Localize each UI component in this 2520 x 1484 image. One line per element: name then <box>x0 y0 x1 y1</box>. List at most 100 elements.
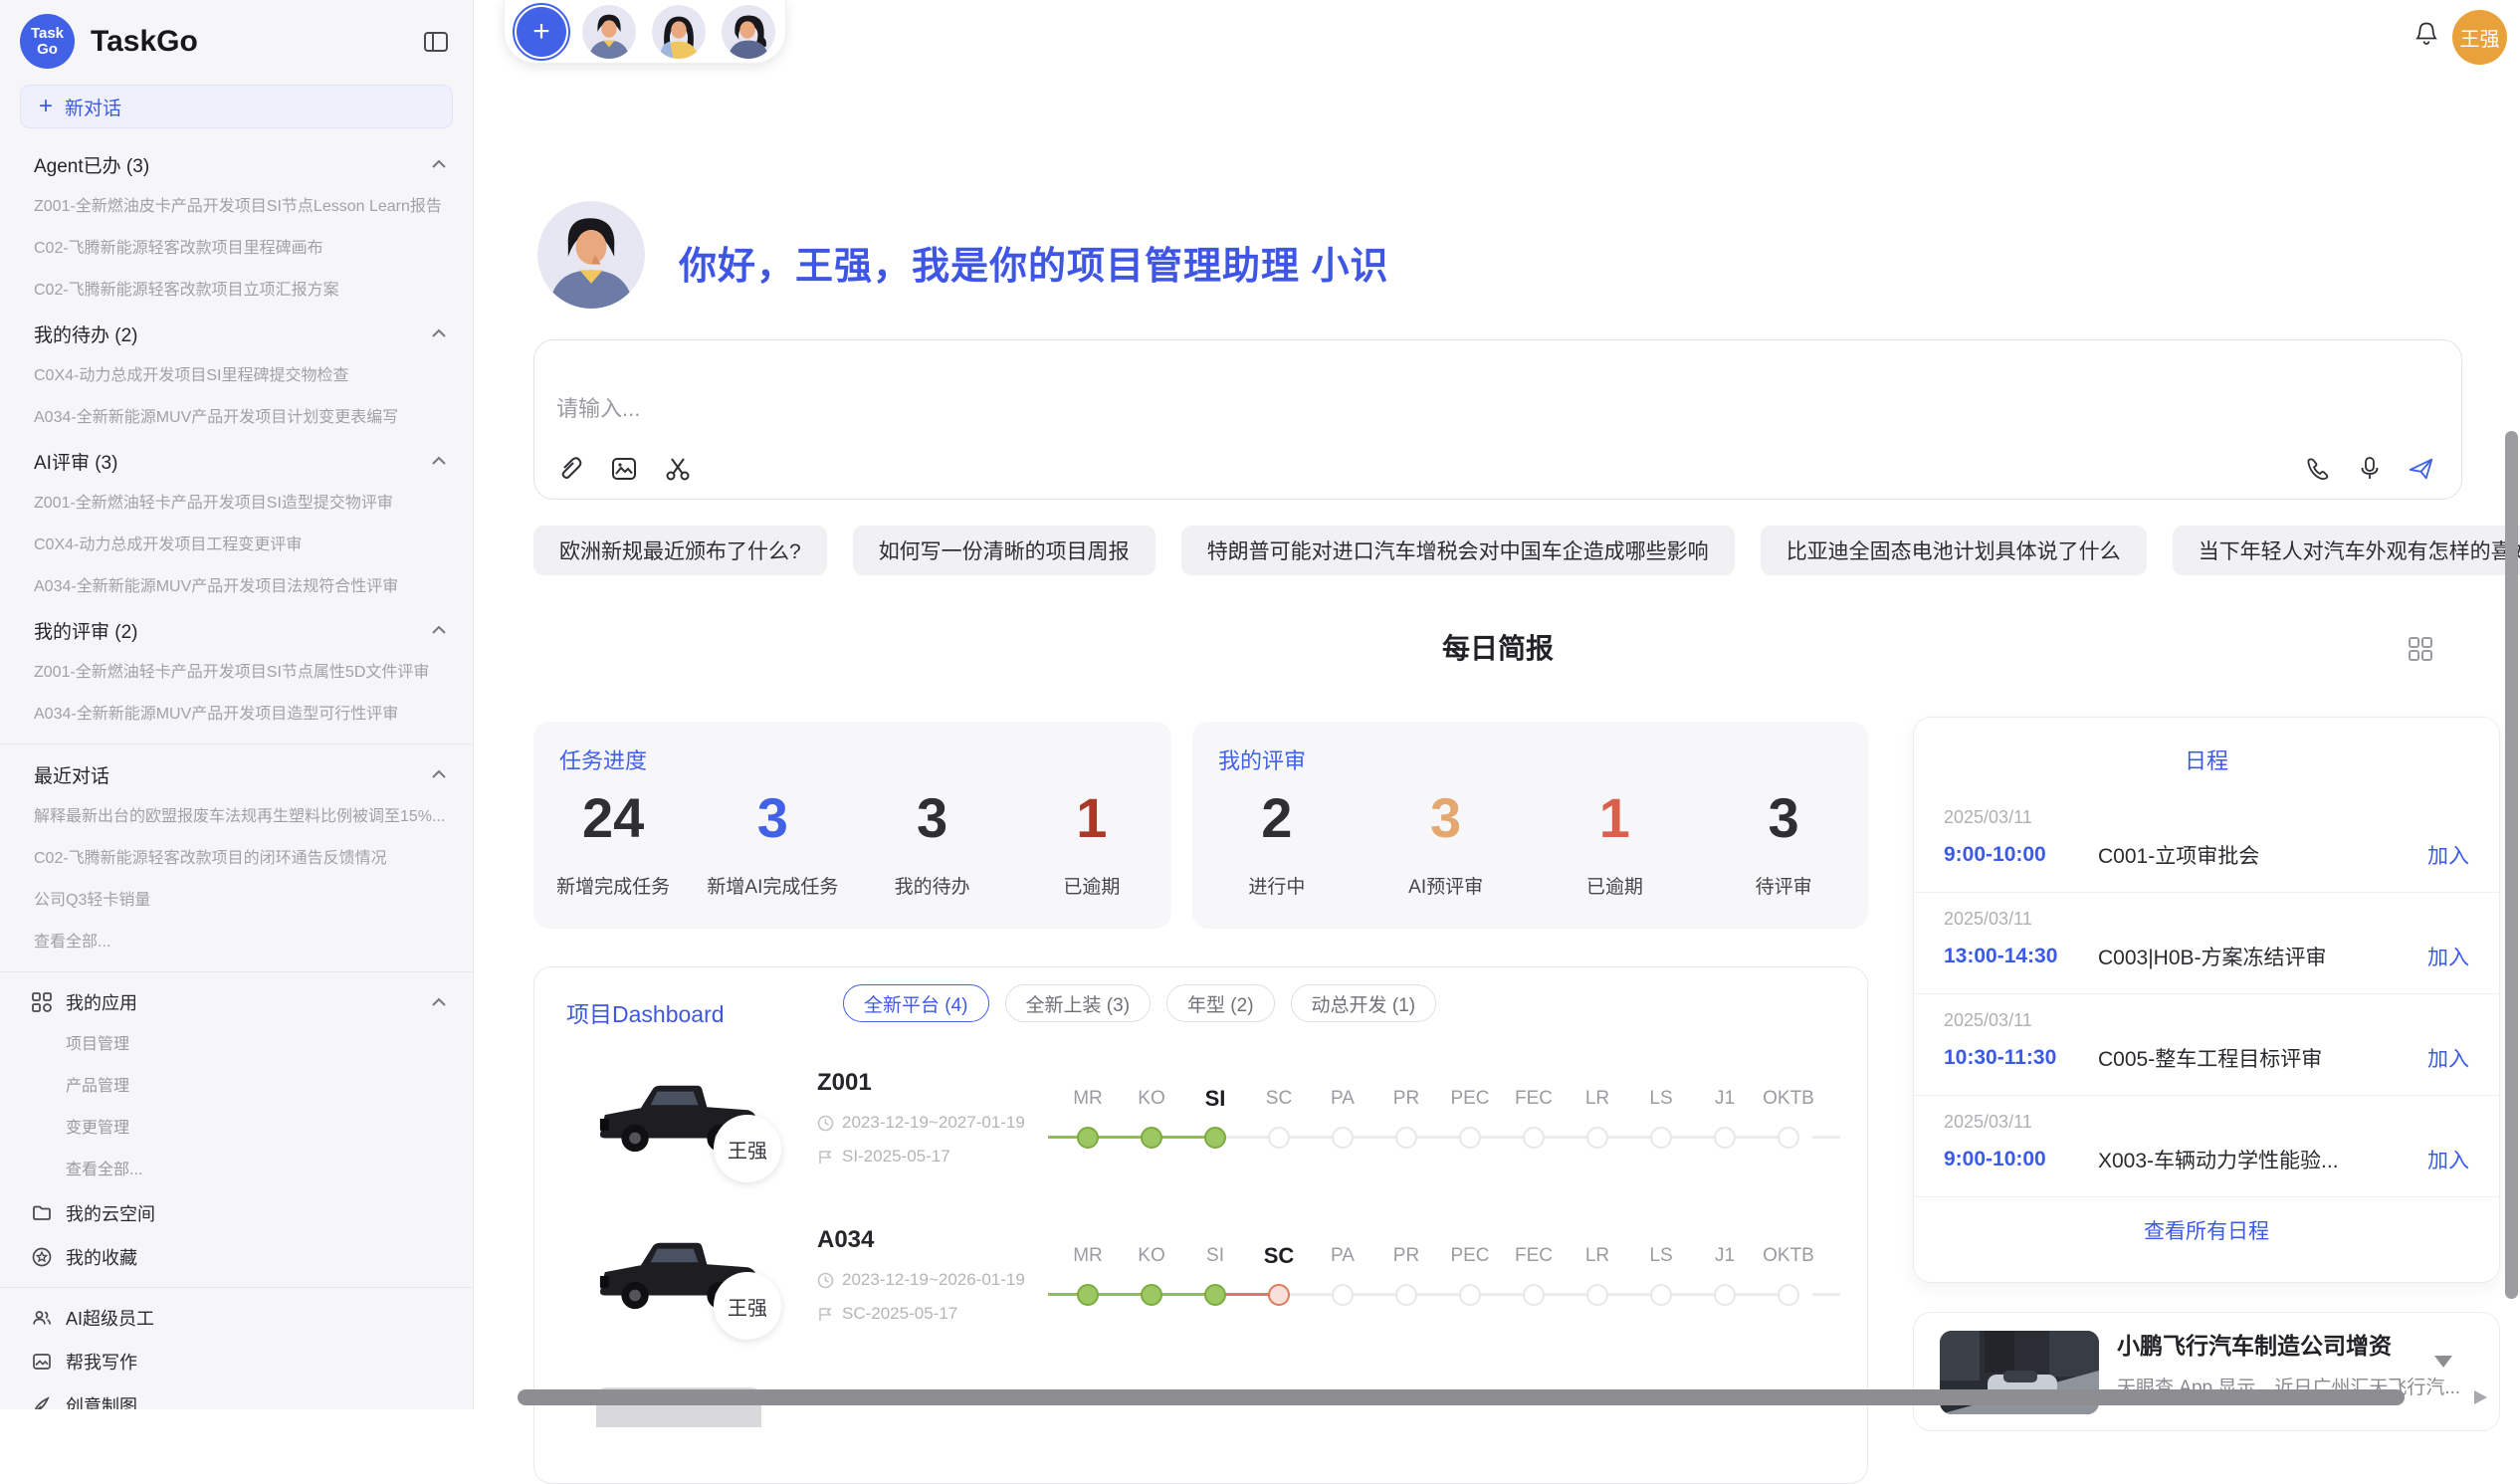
schedule-item: 2025/03/11 10:30-11:30 C005-整车工程目标评审 加入 <box>1914 994 2499 1096</box>
new-chat-button[interactable]: + 新对话 <box>20 85 453 128</box>
sidebar-item-ai-staff[interactable]: AI超级员工 <box>0 1296 473 1340</box>
agent-avatar-bar: + <box>504 0 786 64</box>
sidebar-item[interactable]: 公司Q3轻卡销量 <box>0 880 473 922</box>
agent-avatar-1[interactable] <box>582 5 636 59</box>
milestone-label: J1 <box>1693 1243 1757 1269</box>
paperclip-icon[interactable] <box>556 455 584 483</box>
stat-label: 待评审 <box>1699 872 1868 899</box>
suggestion-chip[interactable]: 欧洲新规最近颁布了什么? <box>533 526 827 575</box>
suggestion-chip[interactable]: 比亚迪全固态电池计划具体说了什么 <box>1761 526 2147 575</box>
user-avatar[interactable]: 王强 <box>2452 10 2507 65</box>
milestone-label: FEC <box>1502 1243 1566 1269</box>
milestone-dot <box>1523 1284 1545 1306</box>
milestone-label: MR <box>1056 1086 1120 1112</box>
layout-grid-icon[interactable] <box>2407 635 2434 663</box>
section-list: Z001-全新燃油轻卡产品开发项目SI造型提交物评审C0X4-动力总成开发项目工… <box>0 483 473 608</box>
dashboard-tab[interactable]: 动总开发 (1) <box>1291 984 1437 1022</box>
stat-value: 1 <box>1531 785 1700 850</box>
sidebar-item[interactable]: C02-飞腾新能源轻客改款项目的闭环通告反馈情况 <box>0 838 473 880</box>
sidebar-item[interactable]: C02-飞腾新能源轻客改款项目立项汇报方案 <box>0 270 473 312</box>
join-link[interactable]: 加入 <box>2427 1043 2469 1073</box>
app-sub-item[interactable]: 变更管理 <box>0 1108 473 1150</box>
agent-avatar-2[interactable] <box>652 5 706 59</box>
scroll-right-arrow[interactable] <box>2474 1390 2487 1404</box>
sidebar-item[interactable]: A034-全新新能源MUV产品开发项目造型可行性评审 <box>0 694 473 736</box>
sidebar-item-my-cloud[interactable]: 我的云空间 <box>0 1191 473 1235</box>
suggestion-chip[interactable]: 如何写一份清晰的项目周报 <box>853 526 1155 575</box>
horizontal-scrollbar-thumb[interactable] <box>518 1389 2405 1405</box>
sidebar-item-help-write[interactable]: 帮我写作 <box>0 1340 473 1383</box>
sidebar-item[interactable]: C0X4-动力总成开发项目SI里程碑提交物检查 <box>0 355 473 397</box>
join-link[interactable]: 加入 <box>2427 942 2469 971</box>
send-icon[interactable] <box>2408 455 2435 483</box>
assistant-avatar <box>537 201 645 309</box>
sidebar-item-creative-draw[interactable]: 创意制图 <box>0 1383 473 1409</box>
suggestion-chip[interactable]: 特朗普可能对进口汽车增税会对中国车企造成哪些影响 <box>1181 526 1735 575</box>
scissors-icon[interactable] <box>664 455 692 483</box>
sidebar-header: Task Go TaskGo <box>0 0 473 75</box>
app-sub-item[interactable]: 产品管理 <box>0 1066 473 1108</box>
milestone: PR <box>1374 1086 1438 1166</box>
milestone: LR <box>1566 1086 1629 1166</box>
milestone: PEC <box>1438 1086 1502 1166</box>
phone-icon[interactable] <box>2304 455 2332 483</box>
milestone-label: PA <box>1311 1086 1374 1112</box>
milestone-dot <box>1650 1127 1672 1149</box>
scroll-down-indicator[interactable] <box>2434 1356 2452 1368</box>
sidebar-item[interactable]: A034-全新新能源MUV产品开发项目法规符合性评审 <box>0 566 473 608</box>
schedule-event-title: X003-车辆动力学性能验... <box>2098 1145 2427 1174</box>
help-write-label: 帮我写作 <box>66 1349 447 1375</box>
people-icon <box>32 1308 52 1328</box>
dashboard-tab[interactable]: 年型 (2) <box>1166 984 1275 1022</box>
milestone: SC <box>1247 1086 1311 1166</box>
view-all-schedule-link[interactable]: 查看所有日程 <box>1914 1215 2499 1245</box>
sidebar-item[interactable]: Z001-全新燃油轻卡产品开发项目SI节点属性5D文件评审 <box>0 652 473 694</box>
app-sub-item[interactable]: 查看全部... <box>0 1150 473 1191</box>
sidebar-item[interactable]: 解释最新出台的欧盟报废车法规再生塑料比例被调至15%... <box>0 796 473 838</box>
sidebar-section-header-my-todo[interactable]: 我的待办 (2) <box>0 312 473 355</box>
sidebar-item[interactable]: Z001-全新燃油皮卡产品开发项目SI节点Lesson Learn报告 <box>0 186 473 228</box>
join-link[interactable]: 加入 <box>2427 840 2469 870</box>
sidebar-item[interactable]: A034-全新新能源MUV产品开发项目计划变更表编写 <box>0 397 473 439</box>
milestone-dot <box>1395 1127 1417 1149</box>
image-icon[interactable] <box>610 455 638 483</box>
sidebar-item[interactable]: C02-飞腾新能源轻客改款项目里程碑画布 <box>0 228 473 270</box>
my-favorites-label: 我的收藏 <box>66 1244 447 1270</box>
sidebar-section-header-agent-done[interactable]: Agent已办 (3) <box>0 142 473 186</box>
sidebar-item-my-favorites[interactable]: 我的收藏 <box>0 1235 473 1279</box>
divider <box>0 743 473 744</box>
chat-input[interactable] <box>556 396 2049 422</box>
dashboard-tab[interactable]: 全新上装 (3) <box>1005 984 1152 1022</box>
sidebar-item-my-apps[interactable]: 我的应用 <box>0 980 473 1024</box>
sidebar-section-header-recent-chats[interactable]: 最近对话 <box>0 752 473 796</box>
panel-collapse-icon[interactable] <box>423 29 449 55</box>
sidebar-item[interactable]: 查看全部... <box>0 922 473 963</box>
dashboard-tab[interactable]: 全新平台 (4) <box>843 984 989 1022</box>
daily-briefing-title: 每日简报 <box>533 627 2462 667</box>
join-link[interactable]: 加入 <box>2427 1145 2469 1174</box>
milestone: J1 <box>1693 1243 1757 1323</box>
bell-icon[interactable] <box>2413 20 2440 48</box>
milestone-label: PR <box>1374 1243 1438 1269</box>
sidebar-section-header-ai-review[interactable]: AI评审 (3) <box>0 439 473 483</box>
schedule-time: 13:00-14:30 <box>1944 945 2098 968</box>
add-agent-button[interactable]: + <box>517 7 566 57</box>
agent-avatar-3[interactable] <box>722 5 775 59</box>
date-range-text: 2023-12-19~2027-01-19 <box>842 1113 1025 1133</box>
vertical-scrollbar-thumb[interactable] <box>2505 431 2518 1299</box>
project-row[interactable]: 王强 A034 2023-12-19~2026-01-19 SC-2025-05… <box>534 1216 1867 1374</box>
app-title: TaskGo <box>91 25 423 59</box>
section-title: 我的待办 (2) <box>34 320 138 347</box>
app-sub-item[interactable]: 项目管理 <box>0 1024 473 1066</box>
section-title: AI评审 (3) <box>34 448 117 475</box>
section-list: Z001-全新燃油皮卡产品开发项目SI节点Lesson Learn报告C02-飞… <box>0 186 473 312</box>
sidebar-section-header-my-review[interactable]: 我的评审 (2) <box>0 608 473 652</box>
project-row[interactable]: 王强 Z001 2023-12-19~2027-01-19 SI-2025-05… <box>534 1059 1867 1216</box>
news-card[interactable]: 小鹏飞行汽车制造公司增资 天眼查 App 显示，近日广州汇天飞行汽... <box>1913 1312 2500 1431</box>
sidebar-item[interactable]: C0X4-动力总成开发项目工程变更评审 <box>0 525 473 566</box>
sidebar-item[interactable]: Z001-全新燃油轻卡产品开发项目SI造型提交物评审 <box>0 483 473 525</box>
microphone-icon[interactable] <box>2356 455 2384 483</box>
suggestion-chip[interactable]: 当下年轻人对汽车外观有怎样的喜好趋势 <box>2173 526 2520 575</box>
milestone: J1 <box>1693 1086 1757 1166</box>
milestone-label: KO <box>1120 1243 1183 1269</box>
